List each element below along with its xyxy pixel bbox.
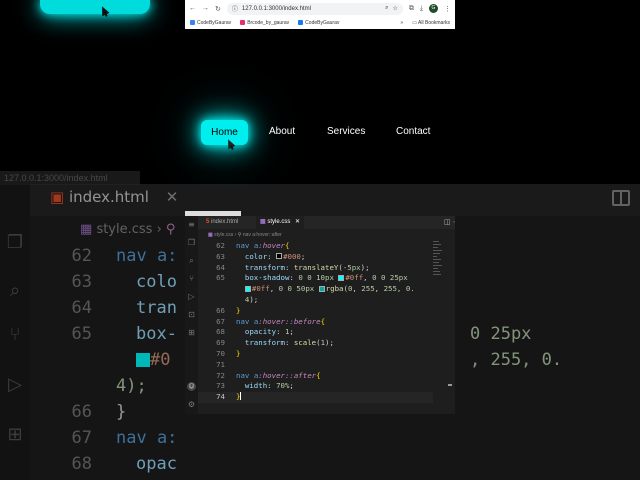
extensions-icon: ⊞	[7, 424, 23, 445]
files-icon: ❐	[6, 232, 24, 253]
files-icon[interactable]: ❐	[187, 238, 196, 247]
code-line: 65 box-shadow: 0 0 10px #0ff, 0 0 25px	[216, 273, 408, 283]
html-file-icon: 5	[206, 219, 210, 225]
code-line-current: 74}	[198, 392, 433, 403]
tab-index-html[interactable]: 5 index.html	[202, 216, 242, 229]
more-actions-icon[interactable]: ⋯	[453, 218, 455, 226]
tab-label: style.css	[267, 219, 291, 225]
bookmark-item[interactable]: CodeByGaurav	[298, 20, 339, 26]
backdrop-activity-bar: ❐ ⌕ ⑂ ▷ ⊞	[0, 184, 30, 480]
search-icon: ⌕	[9, 280, 21, 301]
backdrop-line: #0	[30, 350, 170, 376]
backdrop-line: 67 nav a:	[71, 428, 178, 448]
backdrop-line: 64 tran	[71, 298, 177, 318]
activity-bar: ≡ ❐ ⌕ ⑂ ▷ ⊡ ⊞ ☺ ⚙	[185, 216, 198, 414]
reload-icon[interactable]: ↻	[215, 5, 221, 13]
bookmarks-overflow-icon[interactable]: »	[400, 20, 403, 26]
backdrop-line: 68 opac	[71, 454, 177, 474]
menu-icon[interactable]: ⋮	[444, 5, 451, 13]
bookmark-item[interactable]: Brcode_by_gaurav	[240, 20, 289, 26]
browser-window: ← → ↻ ⓘ 127.0.0.1:3000/index.html ⌕ ☆ ⧉ …	[185, 0, 455, 29]
code-line: 4);	[244, 294, 259, 304]
code-line: 66}	[216, 305, 241, 315]
tab-style-css[interactable]: ▦ style.css ✕	[256, 216, 305, 229]
tab-label: index.html	[211, 219, 239, 225]
vscode-window: ≡ ❐ ⌕ ⑂ ▷ ⊡ ⊞ ☺ ⚙ 5 index.html ▦ style.c…	[185, 216, 455, 414]
code-line: 69 transform: scale(1);	[216, 338, 334, 348]
code-line: 62 nav a:hover{	[216, 241, 290, 250]
bookmarks-bar: CodeByGaurav Brcode_by_gaurav CodeByGaur…	[185, 17, 455, 29]
editor-scrollbar[interactable]	[447, 241, 453, 414]
run-icon[interactable]: ▷	[187, 292, 196, 301]
code-editor[interactable]: 62 nav a:hover{ 63 color: #000; 64 transf…	[198, 241, 433, 403]
nav-about-link[interactable]: About	[269, 126, 295, 137]
address-text: 127.0.0.1:3000/index.html	[241, 5, 311, 12]
code-line: #0ff, 0 0 50px rgba(0, 255, 255, 0.	[198, 284, 433, 295]
code-line: 67 nav a:hover::before{	[216, 316, 326, 326]
code-line: 63 color: #000;	[216, 251, 306, 261]
breadcrumb-file[interactable]: style.css	[214, 232, 233, 238]
backdrop-line: 4);	[116, 376, 147, 396]
remote-icon[interactable]: ⊡	[187, 310, 196, 319]
download-icon[interactable]: ⤓	[420, 5, 423, 13]
editor-actions: ◫ ⋯	[444, 218, 455, 226]
profile-avatar[interactable]: G	[429, 4, 438, 13]
zoom-icon[interactable]: ⌕	[385, 5, 388, 12]
split-editor-icon[interactable]: ◫	[444, 218, 451, 226]
css-file-icon: ▦	[208, 232, 213, 238]
nav-services-link[interactable]: Services	[327, 126, 365, 137]
search-icon[interactable]: ⌕	[187, 256, 196, 265]
extensions-icon[interactable]: ⊞	[187, 328, 196, 337]
code-line: 73 width: 70%;	[216, 381, 294, 391]
css-file-icon: ▦	[260, 219, 266, 225]
menu-icon[interactable]: ≡	[187, 220, 196, 229]
bookmark-item[interactable]: CodeByGaurav	[190, 20, 231, 26]
backdrop-line: 63 colo	[71, 272, 177, 292]
demo-page: Home About Services Contact	[0, 0, 640, 200]
text-caret	[240, 392, 242, 401]
code-line: 68 opacity: 1;	[216, 327, 294, 337]
forward-icon[interactable]: →	[202, 5, 209, 12]
extensions-icon[interactable]: ⧉	[409, 5, 414, 13]
backdrop-line: 66}	[71, 402, 127, 422]
address-bar[interactable]: ⓘ 127.0.0.1:3000/index.html ⌕ ☆	[226, 2, 403, 15]
selector-icon: ⚲	[237, 232, 242, 238]
breadcrumb: ▦ style.css › ⚲ nav a:hover::after	[208, 232, 282, 238]
backdrop-fragment: , 255, 0.	[470, 350, 563, 370]
source-control-icon[interactable]: ⑂	[187, 274, 196, 283]
code-line: 71	[216, 359, 225, 369]
all-bookmarks[interactable]: ▭ All Bookmarks	[412, 20, 450, 26]
star-icon[interactable]: ☆	[393, 5, 398, 12]
code-line: 64 transform: translateY(-5px);	[216, 262, 370, 272]
backdrop-fragment: 0 25px	[470, 324, 532, 344]
editor-tab-bar: 5 index.html ▦ style.css ✕ ◫ ⋯	[198, 216, 455, 229]
backdrop-line: 65 box-	[71, 324, 177, 344]
code-line: 72 nav a:hover::after{	[216, 370, 321, 380]
account-icon[interactable]: ☺	[187, 382, 196, 391]
backdrop-line: 62 nav a:	[71, 246, 178, 266]
minimap[interactable]	[433, 241, 443, 301]
backdrop-breadcrumb: ▦ style.css › ⚲	[80, 222, 176, 237]
close-icon[interactable]: ✕	[295, 219, 300, 225]
breadcrumb-symbol[interactable]: nav a:hover::after	[243, 232, 282, 238]
back-icon[interactable]: ←	[189, 5, 196, 12]
code-line: 70}	[216, 348, 241, 358]
nav-contact-link[interactable]: Contact	[396, 126, 430, 137]
gear-icon[interactable]: ⚙	[187, 400, 196, 409]
browser-toolbar: ← → ↻ ⓘ 127.0.0.1:3000/index.html ⌕ ☆ ⧉ …	[185, 0, 455, 17]
glowing-button-preview	[40, 0, 150, 14]
run-icon: ▷	[8, 374, 22, 395]
source-control-icon: ⑂	[9, 324, 21, 345]
site-info-icon[interactable]: ⓘ	[232, 4, 238, 13]
